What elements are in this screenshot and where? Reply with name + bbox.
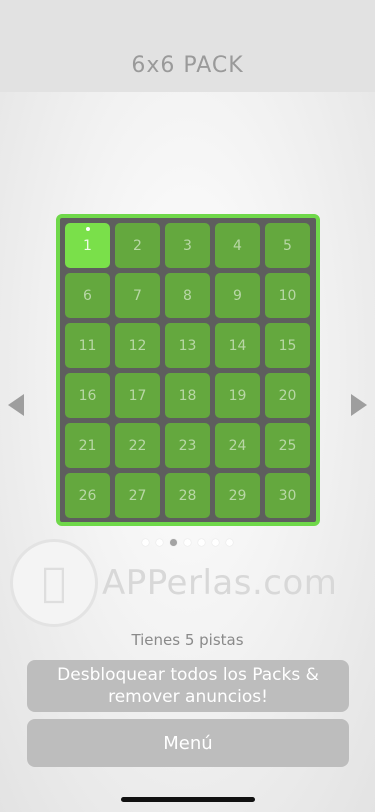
- level-button[interactable]: 8: [165, 273, 210, 318]
- level-number: 19: [228, 387, 247, 404]
- unlock-all-packs-button[interactable]: Desbloquear todos los Packs & remover an…: [27, 660, 349, 712]
- level-number: 17: [128, 387, 147, 404]
- watermark:  APPerlas.com: [10, 538, 370, 628]
- level-button[interactable]: 16: [65, 373, 110, 418]
- level-number: 4: [233, 237, 242, 254]
- level-button[interactable]: 19: [215, 373, 260, 418]
- level-number: 8: [183, 287, 192, 304]
- level-number: 10: [278, 287, 297, 304]
- level-number: 22: [128, 437, 147, 454]
- level-button[interactable]: 25: [265, 423, 310, 468]
- watermark-text: APPerlas.com: [102, 563, 338, 603]
- level-button[interactable]: 12: [115, 323, 160, 368]
- level-number: 6: [83, 287, 92, 304]
- level-button[interactable]: 15: [265, 323, 310, 368]
- level-button[interactable]: 24: [215, 423, 260, 468]
- level-button[interactable]: 9: [215, 273, 260, 318]
- level-number: 29: [228, 487, 247, 504]
- level-number: 28: [178, 487, 197, 504]
- level-button[interactable]: 21: [65, 423, 110, 468]
- level-number: 1: [83, 237, 92, 254]
- level-button[interactable]: 18: [165, 373, 210, 418]
- level-number: 26: [78, 487, 97, 504]
- level-button[interactable]: 27: [115, 473, 160, 518]
- level-number: 21: [78, 437, 97, 454]
- level-button[interactable]: 7: [115, 273, 160, 318]
- level-button[interactable]: 6: [65, 273, 110, 318]
- level-button[interactable]: 11: [65, 323, 110, 368]
- level-button[interactable]: 26: [65, 473, 110, 518]
- level-number: 15: [278, 337, 297, 354]
- level-number: 11: [78, 337, 97, 354]
- level-number: 24: [228, 437, 247, 454]
- level-button[interactable]: 30: [265, 473, 310, 518]
- level-number: 18: [178, 387, 197, 404]
- level-button[interactable]: 10: [265, 273, 310, 318]
- level-button[interactable]: 14: [215, 323, 260, 368]
- watermark-logo-icon: : [10, 539, 98, 627]
- level-button[interactable]: 4: [215, 223, 260, 268]
- level-button[interactable]: 20: [265, 373, 310, 418]
- level-number: 16: [78, 387, 97, 404]
- level-button[interactable]: 17: [115, 373, 160, 418]
- level-button[interactable]: 1: [65, 223, 110, 268]
- pack-title: 6x6 PACK: [131, 53, 244, 78]
- header-bar: 6x6 PACK: [0, 0, 375, 92]
- menu-button[interactable]: Menú: [27, 719, 349, 767]
- level-number: 14: [228, 337, 247, 354]
- level-number: 2: [133, 237, 142, 254]
- level-button[interactable]: 5: [265, 223, 310, 268]
- level-button[interactable]: 22: [115, 423, 160, 468]
- level-number: 9: [233, 287, 242, 304]
- level-number: 30: [278, 487, 297, 504]
- level-button[interactable]: 2: [115, 223, 160, 268]
- level-number: 27: [128, 487, 147, 504]
- next-pack-arrow-icon[interactable]: [351, 394, 367, 416]
- level-number: 3: [183, 237, 192, 254]
- level-number: 20: [278, 387, 297, 404]
- level-number: 13: [178, 337, 197, 354]
- level-number: 25: [278, 437, 297, 454]
- level-number: 23: [178, 437, 197, 454]
- level-button[interactable]: 28: [165, 473, 210, 518]
- level-number: 5: [283, 237, 292, 254]
- hints-count-text: Tienes 5 pistas: [131, 631, 244, 649]
- home-indicator[interactable]: [121, 797, 255, 802]
- level-number: 7: [133, 287, 142, 304]
- level-button[interactable]: 29: [215, 473, 260, 518]
- level-board: 1 2 3 4 5 6 7 8 9 10 11 12 13 14 15 16 17 18 19 20 21 22 23 24 2…: [56, 214, 320, 526]
- prev-pack-arrow-icon[interactable]: [8, 394, 24, 416]
- level-number: 12: [128, 337, 147, 354]
- level-button[interactable]: 3: [165, 223, 210, 268]
- level-button[interactable]: 13: [165, 323, 210, 368]
- level-grid: 1 2 3 4 5 6 7 8 9 10 11 12 13 14 15 16 17 18 19 20 21 22 23 24 2…: [65, 223, 310, 518]
- level-button[interactable]: 23: [165, 423, 210, 468]
- current-level-dot-icon: [85, 227, 90, 231]
